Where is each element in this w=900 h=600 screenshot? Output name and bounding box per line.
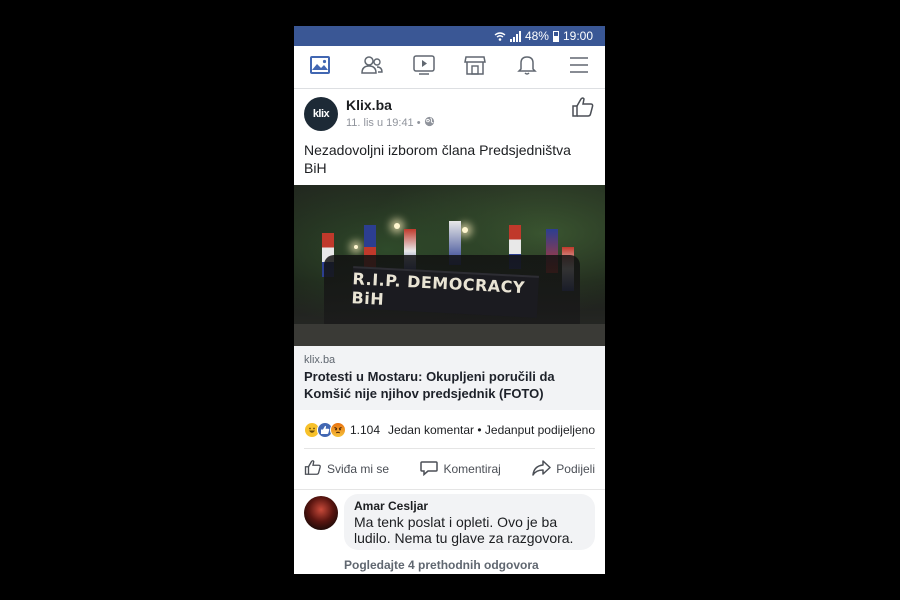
- share-count-link[interactable]: Jedanput podijeljeno: [485, 423, 595, 437]
- post-actions: Sviđa mi se Komentiraj Podijeli: [294, 449, 605, 490]
- post-text: Nezadovoljni izborom člana Predsjedništv…: [304, 142, 571, 176]
- comment: Amar Cesljar Ma tenk poslat i opleti. Ov…: [294, 490, 605, 572]
- link-domain: klix.ba: [304, 354, 336, 366]
- share-button[interactable]: Podijeli: [532, 459, 595, 479]
- reactions-summary[interactable]: 1.104 Jedan komentar • Jedanput podijelj…: [304, 410, 595, 449]
- nav-news-feed[interactable]: [300, 50, 340, 84]
- share-arrow-icon: [532, 459, 552, 479]
- page-name-link[interactable]: Klix.ba: [346, 97, 392, 113]
- globe-icon: [424, 116, 435, 130]
- signal-icon: [509, 30, 521, 42]
- link-title: Protesti u Mostaru: Okupljeni poručili d…: [304, 369, 555, 401]
- like-button[interactable]: Sviđa mi se: [304, 459, 389, 479]
- friends-icon: [360, 55, 384, 80]
- share-label: Podijeli: [556, 462, 595, 476]
- post-timestamp[interactable]: 11. lis u 19:41: [346, 117, 414, 129]
- status-bar: 48% 19:00: [294, 26, 605, 46]
- engagement-summary: Jedan komentar • Jedanput podijeljeno: [388, 423, 595, 437]
- meta-separator: •: [416, 117, 421, 129]
- street: [294, 324, 605, 346]
- thumbs-up-icon: [304, 459, 322, 479]
- commenter-avatar[interactable]: [304, 496, 338, 530]
- commenter-name[interactable]: Amar Cesljar: [354, 499, 585, 513]
- phone-screen: 48% 19:00 klix Klix.ba 11. lis u 19:41 •…: [294, 26, 605, 574]
- hamburger-icon: [569, 56, 589, 79]
- link-preview[interactable]: klix.ba Protesti u Mostaru: Okupljeni po…: [294, 346, 605, 410]
- thumbs-up-icon: [571, 97, 595, 122]
- comment-button[interactable]: Komentiraj: [420, 460, 501, 479]
- street-light: [354, 245, 358, 249]
- engagement-separator: •: [477, 423, 482, 437]
- marketplace-icon: [464, 55, 487, 80]
- battery-percent: 48%: [524, 29, 549, 43]
- view-previous-replies-link[interactable]: Pogledajte 4 prethodnih odgovora: [344, 558, 539, 572]
- like-label: Sviđa mi se: [327, 462, 390, 476]
- nav-watch[interactable]: [404, 50, 444, 84]
- comment-text: Ma tenk poslat i opleti. Ovo je ba ludil…: [354, 514, 574, 546]
- nav-friends[interactable]: [352, 50, 392, 84]
- clock: 19:00: [562, 29, 593, 43]
- top-nav: [294, 46, 605, 89]
- news-feed-icon: [309, 55, 331, 80]
- reaction-icons: [304, 422, 346, 438]
- angry-icon: [330, 422, 346, 438]
- post-meta: 11. lis u 19:41 •: [346, 116, 435, 130]
- like-page-button[interactable]: [571, 96, 595, 123]
- nav-marketplace[interactable]: [455, 50, 495, 84]
- comment-label: Komentiraj: [443, 462, 501, 476]
- battery-icon: [552, 30, 559, 42]
- nav-notifications[interactable]: [507, 50, 547, 84]
- bell-icon: [517, 54, 538, 80]
- page-logo-text: klix: [312, 108, 330, 120]
- nav-menu[interactable]: [559, 50, 599, 84]
- street-light: [462, 227, 468, 233]
- comment-count-link[interactable]: Jedan komentar: [388, 423, 474, 437]
- video-play-icon: [412, 54, 435, 80]
- page-avatar[interactable]: klix: [304, 97, 338, 131]
- wifi-icon: [494, 31, 506, 42]
- post-header: klix Klix.ba 11. lis u 19:41 •: [294, 89, 605, 139]
- comment-bubble-icon: [420, 460, 439, 479]
- comment-bubble[interactable]: Amar Cesljar Ma tenk poslat i opleti. Ov…: [344, 494, 595, 550]
- street-light: [394, 223, 400, 229]
- post-photo[interactable]: R.I.P. DEMOCRACY BiH: [294, 185, 605, 346]
- reaction-count: 1.104: [350, 423, 381, 437]
